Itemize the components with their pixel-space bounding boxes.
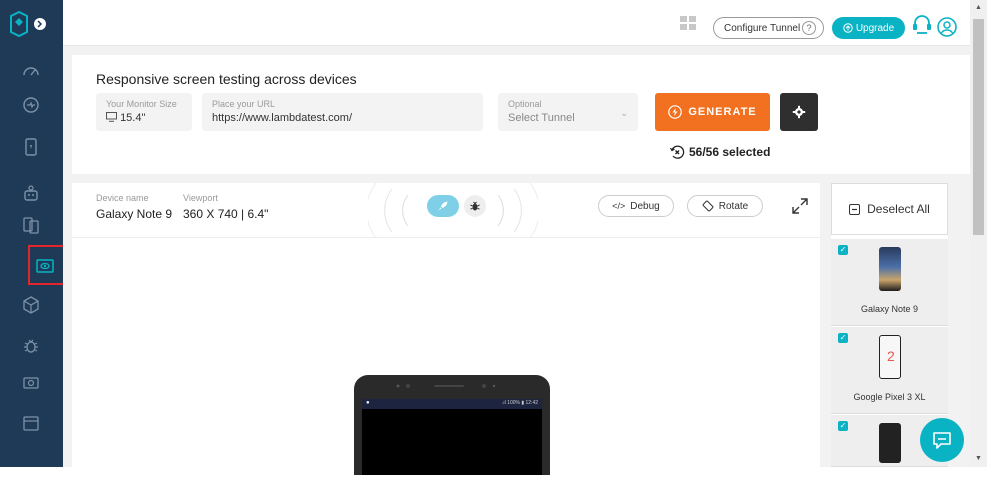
tunnel-value: Select Tunnel xyxy=(508,112,575,124)
upgrade-arrow-icon xyxy=(843,23,853,33)
monitor-size-field[interactable]: Your Monitor Size 15.4" xyxy=(96,93,192,131)
upgrade-label: Upgrade xyxy=(855,22,895,34)
deselect-all-label: Deselect All xyxy=(867,202,930,216)
monitor-size-value: 15.4" xyxy=(106,112,145,124)
phone-sensors xyxy=(396,384,496,388)
integrations-icon[interactable] xyxy=(18,292,44,318)
device-preview-header: Device name Galaxy Note 9 Viewport 360 X… xyxy=(72,183,820,238)
phone-screen[interactable] xyxy=(362,409,542,475)
issue-tracker-icon[interactable] xyxy=(18,332,44,358)
tunnel-select[interactable]: Optional Select Tunnel ⌄ xyxy=(498,93,638,131)
dashboard-icon[interactable] xyxy=(18,58,44,84)
main-area: Configure Tunnel ? Upgrade Responsive sc… xyxy=(63,0,970,475)
projects-folder-icon[interactable] xyxy=(18,410,44,436)
generate-label: GENERATE xyxy=(688,106,757,118)
bolt-icon xyxy=(668,105,683,119)
galaxy-note9-image xyxy=(879,247,901,291)
lambdatest-logo[interactable] xyxy=(10,6,50,42)
chevron-down-icon: ⌄ xyxy=(620,108,628,118)
pixel3-image xyxy=(879,423,901,463)
device-item[interactable]: ✓ Galaxy Note 9 xyxy=(831,239,948,326)
topbar: Configure Tunnel ? Upgrade xyxy=(63,0,970,46)
monitor-size-label: Your Monitor Size xyxy=(106,99,177,109)
expand-icon[interactable] xyxy=(790,196,810,216)
bug-icon xyxy=(470,201,480,211)
generate-button[interactable]: GENERATE xyxy=(655,93,770,131)
checkbox-minus-icon xyxy=(849,203,861,215)
phone-status-bar: ● .ıl 100% ▮ 12:42 xyxy=(362,399,542,409)
user-profile-icon[interactable] xyxy=(936,16,958,38)
rotate-label: Rotate xyxy=(718,200,749,212)
visual-ui-testing-icon[interactable] xyxy=(18,212,44,238)
pixel3xl-image: 2 xyxy=(879,335,901,379)
scroll-up-arrow[interactable]: ▲ xyxy=(975,4,982,11)
clear-selection-icon xyxy=(669,145,685,159)
test-logs-icon[interactable] xyxy=(18,370,44,396)
url-input[interactable]: https://www.lambdatest.com/ xyxy=(212,112,352,124)
device-item[interactable]: ✓ 2 Google Pixel 3 XL xyxy=(831,327,948,414)
scroll-down-arrow[interactable]: ▼ xyxy=(975,455,982,462)
pixel-logo-icon: 2 xyxy=(887,348,895,364)
apps-grid-icon[interactable] xyxy=(680,16,696,30)
rocket-icon xyxy=(438,201,448,211)
phone-status-text: .ıl 100% ▮ 12:42 xyxy=(501,400,538,406)
device-name-label: Device name xyxy=(96,193,149,203)
support-agent-icon[interactable] xyxy=(911,14,933,36)
page-title: Responsive screen testing across devices xyxy=(96,71,357,87)
monitor-icon xyxy=(106,112,117,122)
monitor-size-text: 15.4" xyxy=(120,112,146,124)
rotate-button[interactable]: Rotate xyxy=(687,195,763,217)
configure-tunnel-label: Configure Tunnel xyxy=(724,22,801,34)
sidebar xyxy=(0,0,72,467)
checkbox-checked-icon[interactable]: ✓ xyxy=(838,421,848,431)
checkbox-checked-icon[interactable]: ✓ xyxy=(838,245,848,255)
launch-mode-toggle[interactable] xyxy=(427,195,459,217)
device-preview-panel: Device name Galaxy Note 9 Viewport 360 X… xyxy=(72,183,820,475)
url-field[interactable]: Place your URL https://www.lambdatest.co… xyxy=(202,93,483,131)
automation-icon[interactable] xyxy=(18,180,44,206)
browser-app-icon: ● xyxy=(366,400,370,406)
checkbox-checked-icon[interactable]: ✓ xyxy=(838,333,848,343)
debug-mode-toggle[interactable] xyxy=(464,195,486,217)
deselect-all-button[interactable]: Deselect All xyxy=(831,183,948,235)
device-item-name: Google Pixel 3 XL xyxy=(853,392,926,402)
settings-button[interactable] xyxy=(780,93,818,131)
realtime-testing-icon[interactable] xyxy=(18,92,44,118)
debug-label: Debug xyxy=(630,200,660,212)
rotate-icon xyxy=(702,200,714,212)
code-icon: </> xyxy=(612,201,626,211)
page-scrollbar[interactable]: ▲ ▼ xyxy=(970,0,987,467)
chat-icon xyxy=(933,432,951,449)
device-item-name: Galaxy Note 9 xyxy=(860,304,919,314)
lt-browser-icon[interactable] xyxy=(32,253,58,279)
url-label: Place your URL xyxy=(212,99,276,109)
gear-icon xyxy=(792,105,806,119)
help-icon[interactable]: ? xyxy=(802,21,816,35)
app-testing-icon[interactable] xyxy=(18,134,44,160)
configure-tunnel-button[interactable]: Configure Tunnel ? xyxy=(713,17,824,39)
debug-button[interactable]: </> Debug xyxy=(598,195,674,217)
tunnel-label: Optional xyxy=(508,99,542,109)
device-mockup: ● .ıl 100% ▮ 12:42 xyxy=(354,375,550,475)
url-input-card: Responsive screen testing across devices… xyxy=(72,55,970,174)
scroll-thumb[interactable] xyxy=(973,19,984,235)
chat-support-button[interactable] xyxy=(920,418,964,462)
viewport-label: Viewport xyxy=(183,193,218,203)
selected-count[interactable]: 56/56 selected xyxy=(669,144,770,160)
upgrade-button[interactable]: Upgrade xyxy=(832,17,905,39)
selected-count-text: 56/56 selected xyxy=(689,145,771,159)
device-name-value: Galaxy Note 9 xyxy=(96,207,173,221)
viewport-value: 360 X 740 | 6.4" xyxy=(183,207,269,221)
